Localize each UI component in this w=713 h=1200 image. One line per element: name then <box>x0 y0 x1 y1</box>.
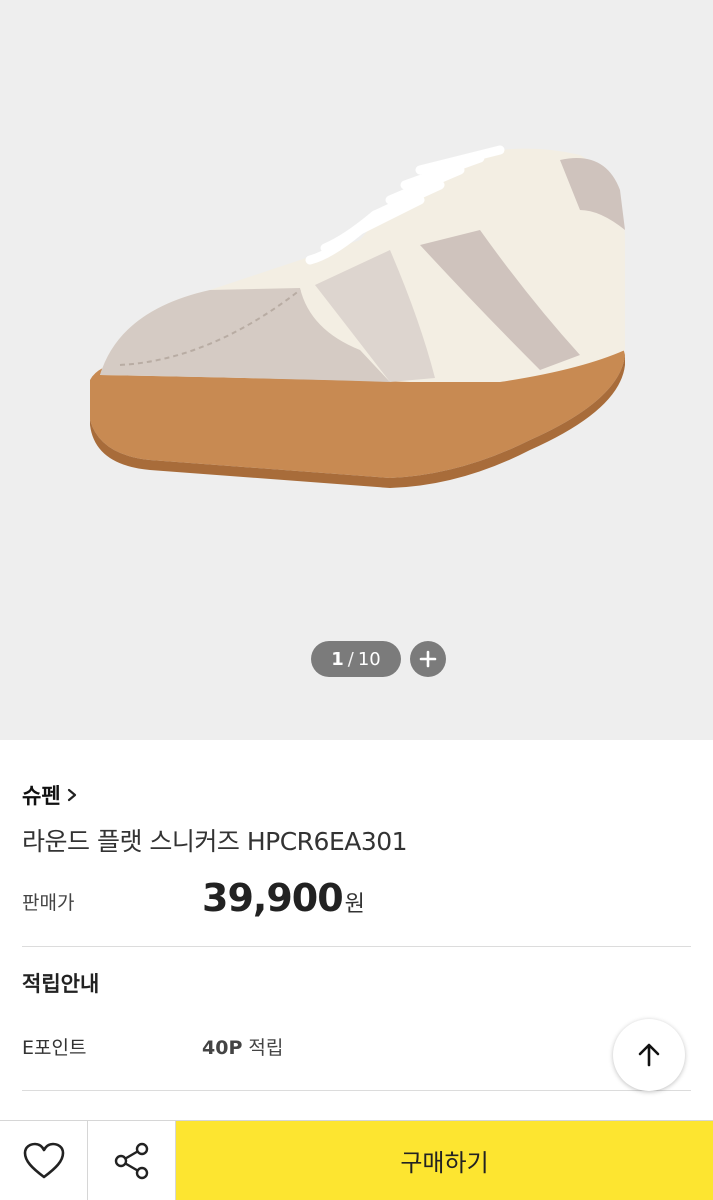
page-indicator: 1 / 10 <box>311 641 401 677</box>
points-label: E포인트 <box>22 1037 87 1059</box>
wishlist-button[interactable] <box>0 1121 88 1200</box>
price: 39,900 원 <box>202 876 365 920</box>
product-title: 라운드 플랫 스니커즈 HPCR6EA301 <box>22 827 408 856</box>
share-icon <box>114 1142 148 1180</box>
bottom-action-bar: 구매하기 <box>0 1120 713 1200</box>
points-value: 40P 적립 <box>202 1033 283 1060</box>
arrow-up-icon <box>638 1043 660 1067</box>
divider <box>22 1090 691 1091</box>
product-image-gallery[interactable]: 1 / 10 <box>0 0 713 740</box>
plus-icon <box>419 650 437 668</box>
price-unit: 원 <box>344 892 365 917</box>
product-image <box>90 145 625 488</box>
points-amount: 40P <box>202 1037 243 1059</box>
chevron-right-icon <box>67 788 76 802</box>
buy-button[interactable]: 구매하기 <box>176 1121 713 1200</box>
price-value: 39,900 <box>202 876 344 920</box>
share-button[interactable] <box>88 1121 176 1200</box>
brand-name: 슈펜 <box>22 784 61 808</box>
points-section-title: 적립안내 <box>22 972 100 996</box>
points-suffix: 적립 <box>248 1037 284 1059</box>
total-pages: 10 <box>357 648 381 670</box>
expand-gallery-button[interactable] <box>410 641 446 677</box>
page-separator: / <box>347 648 354 670</box>
current-page: 1 <box>331 648 344 670</box>
price-label: 판매가 <box>22 892 75 914</box>
heart-icon <box>23 1142 64 1179</box>
scroll-to-top-button[interactable] <box>613 1019 685 1091</box>
brand-link[interactable]: 슈펜 <box>22 780 77 810</box>
gallery-pager: 1 / 10 <box>311 641 446 677</box>
divider <box>22 946 691 947</box>
